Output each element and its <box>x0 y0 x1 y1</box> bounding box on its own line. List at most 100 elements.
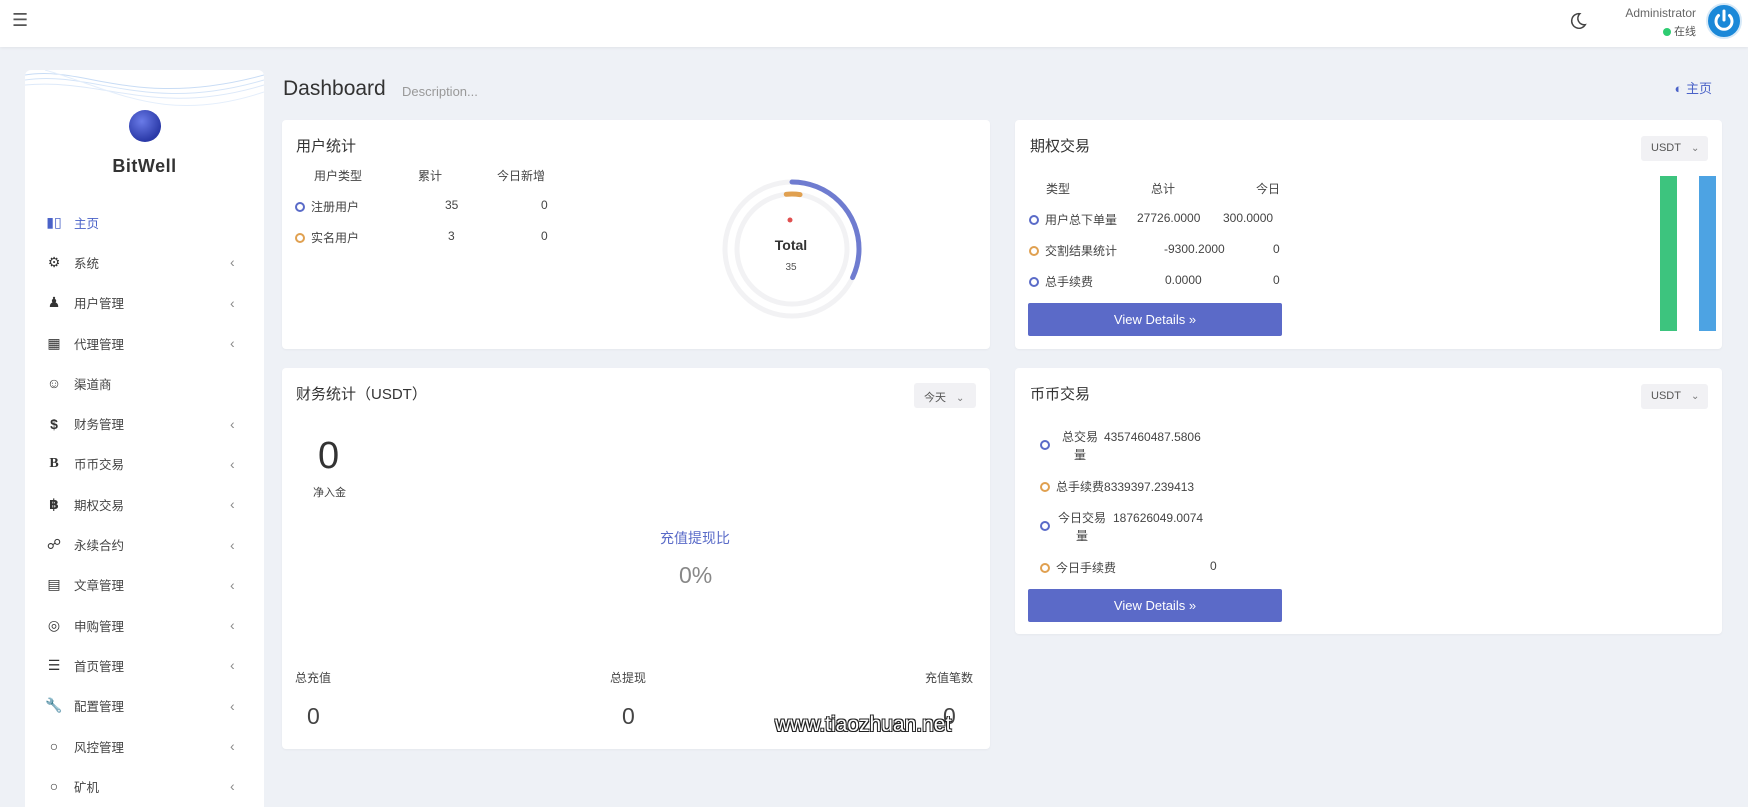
finance-card <box>282 368 990 749</box>
legend-dot-icon <box>1029 277 1039 287</box>
spot-row-label: 今日交易量 <box>1058 509 1106 545</box>
row-label: 交割结果统计 <box>1045 244 1118 258</box>
total-deposit-value: 0 <box>307 703 320 729</box>
legend-dot-icon <box>1029 215 1039 225</box>
table-row: 用户总下单量 <box>1029 211 1117 228</box>
sidebar-item-config[interactable]: 🔧 配置管理 ‹ <box>25 686 264 726</box>
sidebar-item-mining[interactable]: ○ 矿机 ‹ <box>25 766 264 806</box>
user-total: 3 <box>448 229 455 243</box>
sidebar-item-home[interactable]: ▮▯ 主页 <box>25 202 264 242</box>
legend-dot-icon <box>1040 482 1050 492</box>
sidebar-item-subscription[interactable]: ◎ 申购管理 ‹ <box>25 605 264 645</box>
chevron-left-icon: ‹ <box>230 778 235 795</box>
brand-logo-icon <box>129 110 161 142</box>
list-item: 今日手续费 0 <box>1040 559 1217 576</box>
options-trade-title: 期权交易 <box>1030 138 1091 155</box>
sidebar-item-options-trade[interactable]: ฿ 期权交易 ‹ <box>25 484 264 524</box>
sidebar-item-label: 永续合约 <box>74 539 125 554</box>
dollar-icon: $ <box>50 415 58 432</box>
table-row: 交割结果统计 <box>1029 242 1117 259</box>
label-line-2: 量 <box>1076 529 1089 543</box>
sidebar-item-label: 申购管理 <box>74 619 125 634</box>
net-inflow-value: 0 <box>318 435 340 477</box>
chevron-left-icon: ‹ <box>230 697 235 714</box>
chevron-left-icon: ‹ <box>230 335 235 352</box>
total-deposit-label: 总充值 <box>295 671 332 685</box>
sidebar-item-finance[interactable]: $ 财务管理 ‹ <box>25 403 264 443</box>
chevron-down-icon: ⌄ <box>956 393 965 404</box>
period-select[interactable]: 今天 ⌄ <box>914 383 976 408</box>
sidebar-item-label: 主页 <box>74 216 100 231</box>
sidebar-item-articles[interactable]: ▤ 文章管理 ‹ <box>25 565 264 605</box>
circle-icon: ○ <box>49 738 59 754</box>
row-today: 300.0000 <box>1223 211 1274 225</box>
options-view-details-button[interactable]: View Details » <box>1028 303 1282 336</box>
sidebar-item-perpetual[interactable]: ☍ 永续合约 ‹ <box>25 524 264 564</box>
spot-view-details-button[interactable]: View Details » <box>1028 589 1282 622</box>
currency-select[interactable]: USDT ⌄ <box>1641 384 1708 409</box>
sidebar-item-homepage-management[interactable]: ☰ 首页管理 ‹ <box>25 645 264 685</box>
spot-row-value: 0 <box>1210 559 1217 573</box>
label-line-1: 总交易 <box>1062 430 1099 444</box>
page-title: Dashboard <box>283 77 386 100</box>
column-header: 用户类型 <box>314 169 363 183</box>
chevron-left-icon: ‹ <box>230 738 235 754</box>
user-type: 实名用户 <box>311 231 360 245</box>
watermark: www.tiaozhuan.net <box>775 713 952 736</box>
spot-row-label: 总手续费 <box>1056 480 1105 494</box>
user-stats-title: 用户统计 <box>296 138 357 155</box>
bar-chart-icon: ▮▯ <box>46 213 62 230</box>
spot-row-label: 总交易量 <box>1062 428 1098 464</box>
chevron-left-icon: ‹ <box>230 254 235 271</box>
top-bar: ☰ Administrator 在线 <box>0 0 1748 47</box>
user-type: 注册用户 <box>311 200 360 214</box>
column-header: 累计 <box>418 169 443 183</box>
list-item: 总手续费8339397.239413 <box>1040 478 1194 495</box>
sidebar-item-spot-trade[interactable]: B 币币交易 ‹ <box>25 444 264 484</box>
list-item: 今日交易量 187626049.0074 <box>1040 509 1203 545</box>
select-value: USDT <box>1651 142 1681 154</box>
spot-row-label: 今日手续费 <box>1056 561 1117 575</box>
ratio-label: 充值提现比 <box>660 530 730 546</box>
sidebar-item-user-management[interactable]: ♟ 用户管理 ‹ <box>25 283 264 323</box>
chevron-left-icon: ‹ <box>230 617 235 634</box>
newspaper-icon: ▤ <box>47 576 61 593</box>
select-value: 今天 <box>924 392 946 404</box>
table-row: 注册用户 <box>295 198 359 215</box>
user-stats-card <box>282 120 990 349</box>
button-label: View Details <box>1113 312 1186 327</box>
sidebar-item-label: 期权交易 <box>74 498 125 513</box>
legend-dot-icon <box>1040 563 1050 573</box>
row-label: 总手续费 <box>1045 275 1094 289</box>
button-label: View Details <box>1113 598 1186 613</box>
double-chevron-right-icon: » <box>1188 312 1197 327</box>
bitcoin-icon: ฿ <box>49 495 59 512</box>
avatar[interactable] <box>1706 3 1742 39</box>
user-today: 0 <box>541 229 548 243</box>
chevron-left-icon: ‹ <box>230 536 235 553</box>
column-header: 今日新增 <box>497 169 546 183</box>
sidebar-item-label: 渠道商 <box>74 377 112 392</box>
currency-select[interactable]: USDT ⌄ <box>1641 136 1708 161</box>
dark-mode-icon[interactable] <box>1567 10 1589 32</box>
chevron-left-icon: ‹ <box>230 294 235 311</box>
menu-toggle-icon[interactable]: ☰ <box>12 10 28 31</box>
sidebar-item-system[interactable]: ⚙ 系统 ‹ <box>25 242 264 282</box>
finance-title: 财务统计（USDT） <box>296 386 427 403</box>
gear-icon: ⚙ <box>47 253 61 270</box>
ratio-value: 0% <box>679 562 713 588</box>
user-circle-icon: ☺ <box>46 375 62 392</box>
sidebar-item-channel[interactable]: ☺ 渠道商 <box>25 363 264 403</box>
chevron-left-icon: ‹ <box>230 657 235 674</box>
legend-dot-icon <box>1040 521 1050 531</box>
legend-dot-icon <box>295 202 305 212</box>
sidebar-item-agent-management[interactable]: ▦ 代理管理 ‹ <box>25 323 264 363</box>
chevron-down-icon: ⌄ <box>1690 391 1700 402</box>
sidebar-item-label: 币币交易 <box>74 458 125 473</box>
breadcrumb[interactable]: ◐ 主页 <box>1675 78 1712 97</box>
donut-label: Total <box>775 237 807 253</box>
sidebar-item-risk-control[interactable]: ○ 风控管理 ‹ <box>25 726 264 766</box>
row-total: -9300.2000 <box>1164 242 1225 256</box>
table-row: 总手续费 <box>1029 273 1093 290</box>
total-withdraw-value: 0 <box>622 703 635 729</box>
